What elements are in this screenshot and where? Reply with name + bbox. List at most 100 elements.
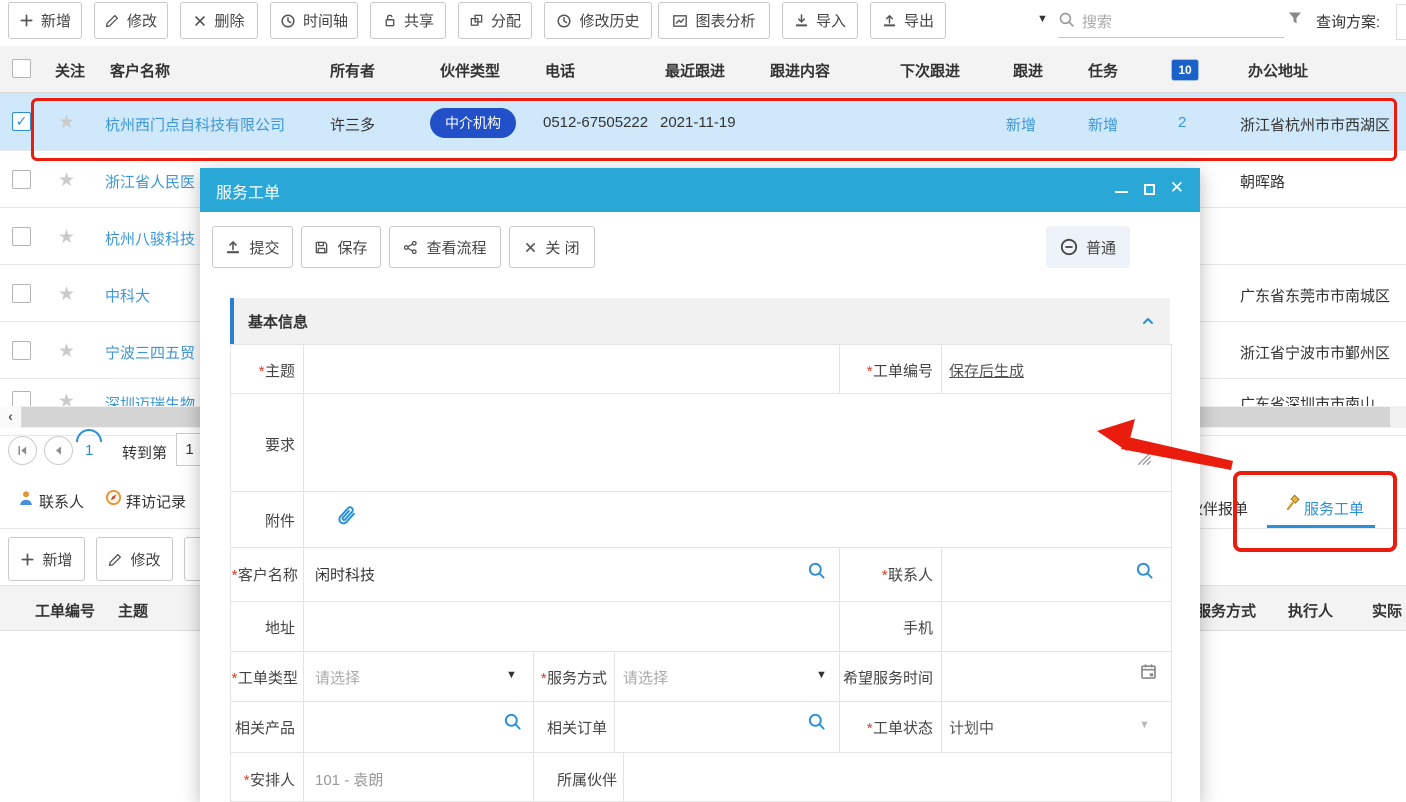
x-icon	[524, 241, 537, 254]
priority-button[interactable]: 普通	[1046, 226, 1130, 268]
chart-analysis-button[interactable]: 图表分析	[658, 2, 770, 39]
resize-grip-icon[interactable]	[1137, 451, 1152, 466]
required-mark: *	[243, 772, 249, 789]
product-search-icon[interactable]	[503, 712, 522, 731]
star-icon[interactable]: ★	[58, 228, 75, 247]
close-icon[interactable]: ✕	[1170, 178, 1184, 198]
row-checkbox[interactable]	[12, 284, 31, 303]
col-task[interactable]: 任务	[1088, 60, 1118, 81]
col-follow-up[interactable]: 跟进	[1013, 60, 1043, 81]
caret-down-icon[interactable]: ▼	[1139, 719, 1150, 731]
import-button[interactable]: 导入	[782, 2, 858, 39]
col-partner-type[interactable]: 伙伴类型	[440, 60, 500, 81]
col-executor[interactable]: 执行人	[1288, 600, 1333, 621]
order-type-select[interactable]: 请选择	[315, 667, 360, 688]
maximize-icon[interactable]	[1144, 184, 1155, 195]
history-button[interactable]: 修改历史	[544, 2, 652, 39]
goto-page-input[interactable]	[176, 433, 203, 466]
col-follow-content[interactable]: 跟进内容	[770, 60, 830, 81]
follow-up-link[interactable]: 新增	[1006, 114, 1036, 135]
tab-visit-records[interactable]: 拜访记录	[126, 491, 186, 512]
button-label: 导出	[904, 10, 934, 31]
col-phone[interactable]: 电话	[545, 60, 575, 81]
detail-add-button[interactable]: 新增	[8, 537, 85, 581]
submit-button[interactable]: 提交	[212, 226, 293, 268]
caret-down-icon[interactable]: ▼	[816, 669, 827, 681]
service-order-dialog: 服务工单 ✕ 提交 保存 查看流程 关 闭 普通 基本信息	[200, 168, 1200, 802]
plus-icon	[20, 552, 35, 567]
contact-search-icon[interactable]	[1135, 561, 1154, 580]
task-link[interactable]: 新增	[1088, 114, 1118, 135]
col-owner[interactable]: 所有者	[330, 60, 375, 81]
customer-link[interactable]: 浙江省人民医	[105, 171, 195, 192]
attachment-label: 附件	[231, 510, 295, 531]
table-row[interactable]: ✓ ★ 杭州西门点自科技有限公司 许三多 中介机构 0512-67505222 …	[0, 93, 1406, 151]
requirement-textarea[interactable]	[304, 394, 1170, 490]
edit-button[interactable]: 修改	[94, 2, 168, 39]
subject-input[interactable]	[304, 346, 838, 392]
star-icon[interactable]: ★	[58, 113, 75, 132]
button-label: 查看流程	[426, 237, 486, 258]
col-order-no[interactable]: 工单编号	[35, 600, 95, 621]
address-input[interactable]	[304, 602, 838, 650]
tab-service-orders[interactable]: 服务工单	[1304, 498, 1364, 519]
col-customer[interactable]: 客户名称	[110, 60, 170, 81]
lock-icon	[382, 13, 397, 28]
tab-contacts[interactable]: 联系人	[39, 491, 84, 512]
minimize-icon[interactable]	[1115, 191, 1128, 193]
query-scheme-input[interactable]	[1396, 4, 1406, 40]
star-icon[interactable]: ★	[58, 342, 75, 361]
query-scheme-label: 查询方案:	[1316, 11, 1380, 32]
row-checkbox[interactable]	[12, 227, 31, 246]
customer-link[interactable]: 宁波三四五贸	[105, 342, 195, 363]
partner-input[interactable]	[624, 753, 1170, 800]
col-service-method[interactable]: 服务方式	[1196, 600, 1256, 621]
floppy-icon	[314, 240, 329, 255]
col-subject[interactable]: 主题	[118, 600, 148, 621]
close-button[interactable]: 关 闭	[509, 226, 595, 268]
add-button[interactable]: 新增	[8, 2, 82, 39]
calendar-icon[interactable]	[1139, 662, 1158, 681]
view-process-button[interactable]: 查看流程	[389, 226, 501, 268]
customer-link[interactable]: 中科大	[105, 285, 150, 306]
col-next-follow[interactable]: 下次跟进	[900, 60, 960, 81]
order-search-icon[interactable]	[807, 712, 826, 731]
timeline-button[interactable]: 时间轴	[270, 2, 358, 39]
service-method-select[interactable]: 请选择	[623, 667, 668, 688]
mobile-input[interactable]	[942, 602, 1170, 650]
detail-edit-button[interactable]: 修改	[96, 537, 173, 581]
customer-link[interactable]: 杭州八骏科技	[105, 228, 195, 249]
search-input[interactable]: 搜索	[1082, 11, 1112, 32]
paperclip-icon[interactable]	[337, 504, 358, 528]
customer-search-icon[interactable]	[807, 561, 826, 580]
prev-page-button[interactable]	[44, 436, 73, 465]
row-checkbox[interactable]: ✓	[12, 112, 31, 131]
assign-button[interactable]: 分配	[458, 2, 532, 39]
customer-link[interactable]: 杭州西门点自科技有限公司	[105, 114, 285, 135]
col-office-address[interactable]: 办公地址	[1248, 60, 1308, 81]
row-checkbox[interactable]	[12, 341, 31, 360]
required-mark: *	[866, 720, 872, 737]
count-cell[interactable]: 2	[1178, 114, 1186, 131]
caret-down-icon[interactable]: ▼	[506, 669, 517, 681]
col-recent-follow[interactable]: 最近跟进	[665, 60, 725, 81]
scroll-left-arrow-icon[interactable]: ‹	[0, 406, 22, 428]
search-type-caret-icon[interactable]: ▼	[1037, 13, 1048, 25]
customer-value[interactable]: 闲时科技	[315, 564, 375, 585]
select-all-checkbox[interactable]	[12, 59, 31, 78]
current-page-number[interactable]: 1	[85, 442, 93, 459]
star-icon[interactable]: ★	[58, 285, 75, 304]
order-status-select[interactable]: 计划中	[949, 717, 994, 738]
first-page-button[interactable]	[8, 436, 37, 465]
star-icon[interactable]: ★	[58, 171, 75, 190]
export-button[interactable]: 导出	[870, 2, 946, 39]
dialog-titlebar[interactable]: 服务工单 ✕	[200, 168, 1200, 212]
save-button[interactable]: 保存	[301, 226, 381, 268]
col-actual[interactable]: 实际	[1372, 600, 1402, 621]
delete-button[interactable]: 删除	[180, 2, 258, 39]
row-checkbox[interactable]	[12, 170, 31, 189]
share-button[interactable]: 共享	[370, 2, 446, 39]
chevron-up-icon[interactable]	[1140, 313, 1156, 329]
col-follow[interactable]: 关注	[55, 60, 85, 81]
funnel-icon[interactable]	[1287, 10, 1303, 26]
